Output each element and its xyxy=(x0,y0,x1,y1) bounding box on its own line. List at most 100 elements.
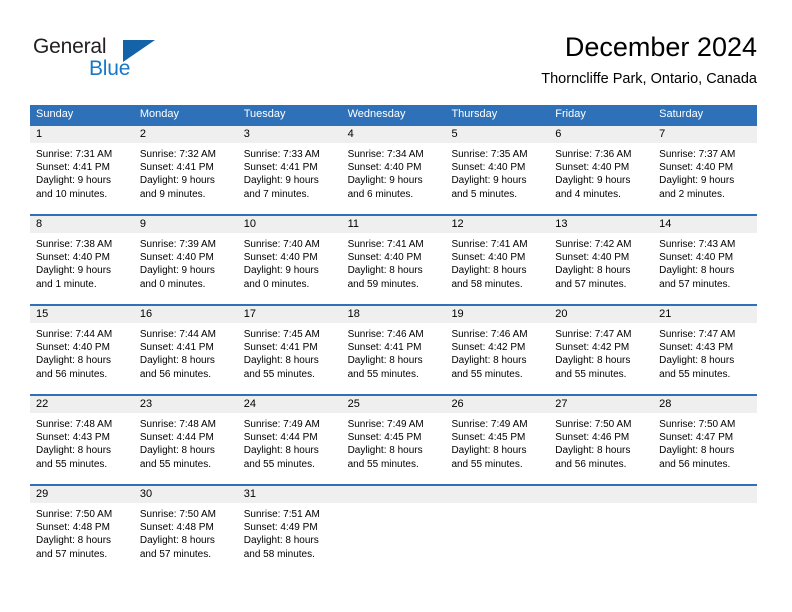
day-cell[interactable]: 7 Sunrise: 7:37 AM Sunset: 4:40 PM Dayli… xyxy=(653,124,758,214)
daylight-text-line1: Daylight: 8 hours xyxy=(555,355,631,367)
day-number: 23 xyxy=(139,398,153,410)
day-number-band: 12 xyxy=(445,214,550,233)
day-cell[interactable]: 16 Sunrise: 7:44 AM Sunset: 4:41 PM Dayl… xyxy=(133,304,238,394)
daylight-text-line1: Daylight: 9 hours xyxy=(451,175,527,187)
day-cell[interactable]: 29 Sunrise: 7:50 AM Sunset: 4:48 PM Dayl… xyxy=(30,484,134,574)
daylight-text-line1: Daylight: 9 hours xyxy=(659,175,735,187)
day-details: Sunrise: 7:31 AM Sunset: 4:41 PM Dayligh… xyxy=(30,143,134,201)
daylight-text-line2: and 56 minutes. xyxy=(659,458,731,470)
day-cell[interactable]: 20 Sunrise: 7:47 AM Sunset: 4:42 PM Dayl… xyxy=(549,304,654,394)
sunrise-text: Sunrise: 7:40 AM xyxy=(243,239,320,250)
sunrise-text: Sunrise: 7:34 AM xyxy=(347,149,424,160)
daylight-text-line1: Daylight: 8 hours xyxy=(243,355,319,367)
sunrise-text: Sunrise: 7:41 AM xyxy=(347,239,424,250)
daylight-text-line2: and 4 minutes. xyxy=(555,188,621,200)
page-title: December 2024 xyxy=(564,32,757,62)
day-cell[interactable]: 15 Sunrise: 7:44 AM Sunset: 4:40 PM Dayl… xyxy=(30,304,134,394)
day-number-band: 15 xyxy=(30,304,134,323)
day-cell[interactable]: 21 Sunrise: 7:47 AM Sunset: 4:43 PM Dayl… xyxy=(653,304,758,394)
day-number: 19 xyxy=(451,308,464,320)
day-number-band: 13 xyxy=(549,214,654,233)
sunset-text: Sunset: 4:40 PM xyxy=(243,252,318,264)
weekday-header-saturday: Saturday xyxy=(659,108,704,120)
calendar-week-row: 1 Sunrise: 7:31 AM Sunset: 4:41 PM Dayli… xyxy=(30,124,758,214)
day-cell[interactable]: 23 Sunrise: 7:48 AM Sunset: 4:44 PM Dayl… xyxy=(133,394,238,484)
sunrise-text: Sunrise: 7:38 AM xyxy=(36,239,113,250)
day-number: 13 xyxy=(555,218,568,230)
day-number: 7 xyxy=(659,128,666,140)
day-details: Sunrise: 7:38 AM Sunset: 4:40 PM Dayligh… xyxy=(30,233,134,291)
day-cell[interactable]: 22 Sunrise: 7:48 AM Sunset: 4:43 PM Dayl… xyxy=(30,394,134,484)
sunset-text: Sunset: 4:41 PM xyxy=(347,342,422,354)
sunrise-text: Sunrise: 7:51 AM xyxy=(243,509,320,520)
weekday-header-sunday: Sunday xyxy=(36,108,74,120)
daylight-text-line2: and 55 minutes. xyxy=(451,368,523,380)
day-number-band xyxy=(653,484,758,503)
day-cell[interactable]: 8 Sunrise: 7:38 AM Sunset: 4:40 PM Dayli… xyxy=(30,214,134,304)
sunrise-text: Sunrise: 7:36 AM xyxy=(555,149,632,160)
day-cell[interactable]: 4 Sunrise: 7:34 AM Sunset: 4:40 PM Dayli… xyxy=(341,124,446,214)
day-number: 29 xyxy=(36,488,49,500)
daylight-text-line1: Daylight: 8 hours xyxy=(243,535,319,547)
calendar-week-row: 8 Sunrise: 7:38 AM Sunset: 4:40 PM Dayli… xyxy=(30,214,758,304)
daylight-text-line2: and 55 minutes. xyxy=(659,368,731,380)
day-cell[interactable]: 3 Sunrise: 7:33 AM Sunset: 4:41 PM Dayli… xyxy=(237,124,342,214)
logo-text-blue: Blue xyxy=(89,57,131,80)
sunrise-text: Sunrise: 7:49 AM xyxy=(347,419,424,430)
weekday-header-monday: Monday xyxy=(139,108,179,120)
day-details: Sunrise: 7:44 AM Sunset: 4:40 PM Dayligh… xyxy=(30,323,134,381)
day-cell[interactable]: 28 Sunrise: 7:50 AM Sunset: 4:47 PM Dayl… xyxy=(653,394,758,484)
weekday-header-thursday: Thursday xyxy=(451,108,498,120)
day-details: Sunrise: 7:49 AM Sunset: 4:45 PM Dayligh… xyxy=(445,413,549,471)
day-cell[interactable]: 13 Sunrise: 7:42 AM Sunset: 4:40 PM Dayl… xyxy=(549,214,654,304)
day-cell[interactable]: 1 Sunrise: 7:31 AM Sunset: 4:41 PM Dayli… xyxy=(30,124,134,214)
day-cell[interactable]: 24 Sunrise: 7:49 AM Sunset: 4:44 PM Dayl… xyxy=(237,394,342,484)
day-cell[interactable]: 26 Sunrise: 7:49 AM Sunset: 4:45 PM Dayl… xyxy=(445,394,550,484)
day-cell[interactable]: 10 Sunrise: 7:40 AM Sunset: 4:40 PM Dayl… xyxy=(237,214,342,304)
daylight-text-line1: Daylight: 8 hours xyxy=(659,445,735,457)
day-number: 5 xyxy=(451,128,458,140)
day-cell[interactable]: 6 Sunrise: 7:36 AM Sunset: 4:40 PM Dayli… xyxy=(549,124,654,214)
sunset-text: Sunset: 4:41 PM xyxy=(243,162,318,174)
day-number: 3 xyxy=(243,128,250,140)
day-cell[interactable]: 14 Sunrise: 7:43 AM Sunset: 4:40 PM Dayl… xyxy=(653,214,758,304)
daylight-text-line1: Daylight: 8 hours xyxy=(36,355,112,367)
day-cell-empty xyxy=(445,484,550,574)
day-cell[interactable]: 11 Sunrise: 7:41 AM Sunset: 4:40 PM Dayl… xyxy=(341,214,446,304)
sunset-text: Sunset: 4:45 PM xyxy=(347,432,422,444)
day-number: 6 xyxy=(555,128,562,140)
day-details: Sunrise: 7:48 AM Sunset: 4:43 PM Dayligh… xyxy=(30,413,134,471)
day-cell[interactable]: 19 Sunrise: 7:46 AM Sunset: 4:42 PM Dayl… xyxy=(445,304,550,394)
sunset-text: Sunset: 4:41 PM xyxy=(243,342,318,354)
title-block: December 2024 Thorncliffe Park, Ontario,… xyxy=(541,30,757,89)
daylight-text-line1: Daylight: 8 hours xyxy=(347,355,423,367)
day-cell[interactable]: 25 Sunrise: 7:49 AM Sunset: 4:45 PM Dayl… xyxy=(341,394,446,484)
daylight-text-line1: Daylight: 8 hours xyxy=(659,355,735,367)
daylight-text-line2: and 59 minutes. xyxy=(347,278,419,290)
daylight-text-line2: and 55 minutes. xyxy=(139,458,212,470)
day-details: Sunrise: 7:41 AM Sunset: 4:40 PM Dayligh… xyxy=(445,233,549,291)
daylight-text-line2: and 57 minutes. xyxy=(36,548,108,560)
day-cell[interactable]: 27 Sunrise: 7:50 AM Sunset: 4:46 PM Dayl… xyxy=(549,394,654,484)
day-cell[interactable]: 18 Sunrise: 7:46 AM Sunset: 4:41 PM Dayl… xyxy=(341,304,446,394)
daylight-text-line2: and 57 minutes. xyxy=(659,278,731,290)
day-details: Sunrise: 7:42 AM Sunset: 4:40 PM Dayligh… xyxy=(549,233,653,291)
day-details: Sunrise: 7:47 AM Sunset: 4:43 PM Dayligh… xyxy=(653,323,757,381)
day-details: Sunrise: 7:46 AM Sunset: 4:41 PM Dayligh… xyxy=(342,323,446,381)
calendar-week-row: 15 Sunrise: 7:44 AM Sunset: 4:40 PM Dayl… xyxy=(30,304,758,394)
daylight-text-line2: and 55 minutes. xyxy=(347,368,419,380)
day-cell[interactable]: 5 Sunrise: 7:35 AM Sunset: 4:40 PM Dayli… xyxy=(445,124,550,214)
day-cell[interactable]: 9 Sunrise: 7:39 AM Sunset: 4:40 PM Dayli… xyxy=(133,214,238,304)
daylight-text-line2: and 57 minutes. xyxy=(555,278,627,290)
day-cell[interactable]: 12 Sunrise: 7:41 AM Sunset: 4:40 PM Dayl… xyxy=(445,214,550,304)
sunset-text: Sunset: 4:42 PM xyxy=(451,342,526,354)
day-details: Sunrise: 7:51 AM Sunset: 4:49 PM Dayligh… xyxy=(238,503,342,561)
day-cell[interactable]: 17 Sunrise: 7:45 AM Sunset: 4:41 PM Dayl… xyxy=(237,304,342,394)
day-cell[interactable]: 30 Sunrise: 7:50 AM Sunset: 4:48 PM Dayl… xyxy=(133,484,238,574)
day-cell[interactable]: 2 Sunrise: 7:32 AM Sunset: 4:41 PM Dayli… xyxy=(133,124,238,214)
sunrise-text: Sunrise: 7:39 AM xyxy=(139,239,217,250)
sunrise-text: Sunrise: 7:48 AM xyxy=(36,419,113,430)
day-number: 11 xyxy=(347,218,359,230)
day-number-band: 24 xyxy=(237,394,342,413)
day-cell[interactable]: 31 Sunrise: 7:51 AM Sunset: 4:49 PM Dayl… xyxy=(237,484,342,574)
